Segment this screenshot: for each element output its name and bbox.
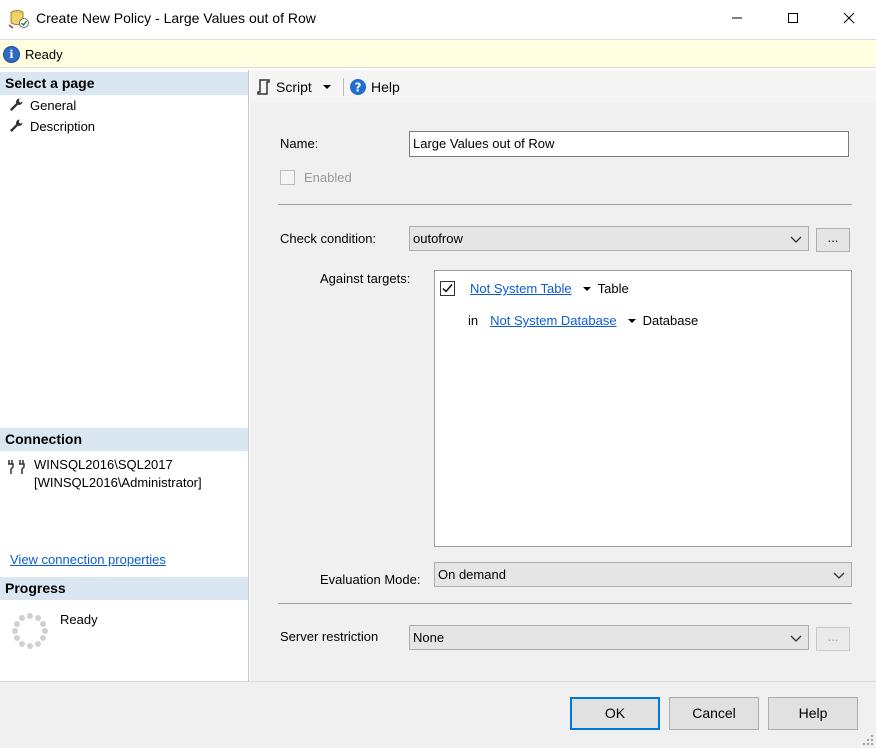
wrench-icon — [10, 98, 23, 111]
left-pane: Select a page General Description Connec… — [0, 70, 249, 681]
page-item-general[interactable]: General — [8, 96, 76, 114]
script-label: Script — [276, 79, 312, 95]
help-button[interactable]: Help — [768, 697, 858, 730]
policy-app-icon — [8, 10, 29, 29]
check-condition-ellipsis-button[interactable]: ... — [816, 228, 850, 252]
name-input[interactable]: Large Values out of Row — [409, 131, 849, 157]
close-button[interactable] — [822, 0, 876, 36]
not-system-database-link[interactable]: Not System Database — [490, 313, 616, 328]
maximize-button[interactable] — [766, 0, 820, 36]
divider — [278, 204, 852, 205]
chevron-down-icon — [790, 635, 802, 642]
targets-box: Not System Table Table in Not System Dat… — [434, 270, 852, 547]
right-pane: Script ? Help Name: Large Values out of … — [250, 70, 876, 681]
cancel-button[interactable]: Cancel — [669, 697, 759, 730]
minimize-button[interactable] — [710, 0, 764, 36]
check-condition-value: outofrow — [413, 231, 463, 246]
target-table-checkbox[interactable] — [440, 281, 455, 296]
not-system-table-link[interactable]: Not System Table — [470, 281, 572, 296]
connection-icon — [8, 460, 25, 474]
divider — [278, 603, 852, 604]
chevron-down-icon — [833, 572, 845, 579]
toolbar-separator — [343, 78, 344, 96]
enabled-label: Enabled — [304, 170, 352, 185]
maximize-icon — [788, 13, 798, 23]
title-bar: Create New Policy - Large Values out of … — [0, 0, 876, 38]
resize-grip-icon[interactable] — [862, 734, 874, 746]
info-icon — [3, 46, 20, 63]
close-icon — [843, 12, 855, 24]
script-button[interactable]: Script — [256, 76, 332, 98]
chevron-down-icon — [322, 85, 331, 89]
chevron-down-icon — [790, 236, 802, 243]
target-type-database: Database — [642, 313, 699, 328]
enabled-checkbox[interactable] — [280, 170, 295, 185]
progress-status: Ready — [60, 612, 98, 627]
checkmark-icon — [442, 284, 453, 293]
evaluation-mode-dropdown[interactable]: On demand — [434, 562, 852, 587]
connection-user: [WINSQL2016\Administrator] — [34, 475, 202, 490]
evaluation-mode-label: Evaluation Mode: — [320, 572, 421, 587]
name-label: Name: — [280, 136, 319, 151]
view-connection-properties-link[interactable]: View connection properties — [10, 552, 166, 567]
status-text: Ready — [25, 47, 63, 62]
connection-server: WINSQL2016\SQL2017 — [34, 457, 173, 472]
check-condition-label: Check condition: — [280, 231, 377, 246]
page-item-label: General — [30, 97, 77, 113]
minimize-icon — [732, 17, 742, 19]
server-restriction-value: None — [413, 630, 445, 645]
page-item-label: Description — [30, 118, 96, 134]
page-item-description[interactable]: Description — [8, 117, 95, 135]
check-condition-dropdown[interactable]: outofrow — [409, 226, 809, 251]
target-row-database: in Not System Database Database — [468, 313, 698, 328]
server-restriction-label: Server restriction — [280, 629, 379, 644]
connection-header: Connection — [0, 428, 248, 451]
wrench-icon — [10, 119, 23, 132]
target-row-table: Not System Table Table — [440, 281, 629, 296]
toolbar: Script ? Help — [250, 70, 876, 102]
ok-button[interactable]: OK — [570, 697, 660, 730]
server-restriction-ellipsis-button[interactable]: ... — [816, 627, 850, 651]
help-icon: ? — [350, 79, 366, 95]
chevron-down-icon[interactable] — [627, 318, 636, 323]
select-page-header: Select a page — [0, 72, 248, 95]
target-in-prefix: in — [468, 313, 479, 328]
progress-spinner-icon — [12, 613, 48, 649]
status-bar: Ready — [0, 39, 876, 68]
help-label: Help — [371, 79, 400, 95]
window-title: Create New Policy - Large Values out of … — [36, 10, 316, 26]
help-toolbar-button[interactable]: ? Help — [349, 76, 400, 98]
against-targets-label: Against targets: — [320, 271, 411, 286]
target-type-table: Table — [597, 281, 629, 296]
svg-text:?: ? — [355, 81, 362, 95]
evaluation-mode-value: On demand — [438, 567, 506, 582]
chevron-down-icon[interactable] — [582, 286, 591, 291]
script-icon — [257, 79, 270, 95]
progress-header: Progress — [0, 577, 248, 600]
server-restriction-dropdown[interactable]: None — [409, 625, 809, 650]
